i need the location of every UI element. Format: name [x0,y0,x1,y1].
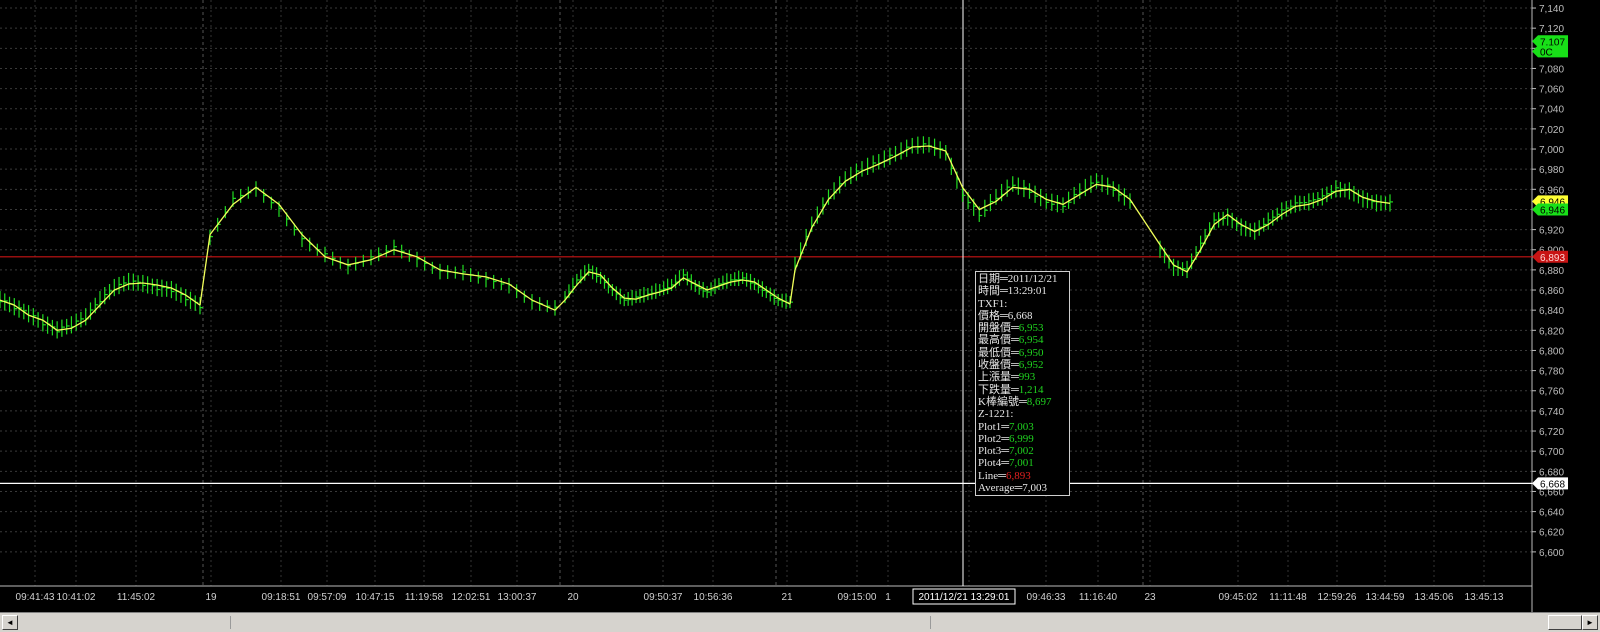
y-tick-label: 7,060 [1539,85,1564,96]
tooltip-line: Line═6,893 [978,469,1031,482]
y-tick-label: 6,740 [1539,407,1564,418]
y-tick-label: 6,920 [1539,226,1564,237]
y-tick-label: 6,700 [1539,447,1564,458]
tooltip-high: 最高價═6,954 [978,334,1044,347]
tooltip-average: Average═7,003 [978,482,1047,495]
price-chart[interactable]: 7,1407,1207,1007,0807,0607,0407,0207,000… [0,0,1600,612]
x-tick-label: 13:45:06 [1415,592,1454,603]
y-tick-label: 6,640 [1539,508,1564,519]
x-tick-label: 11:45:02 [117,592,156,603]
tooltip-up-volume: 上漲量═993 [978,371,1036,384]
tooltip-bar-number: K棒編號═8,697 [978,395,1052,408]
tooltip-study: Z-1221: [978,408,1014,421]
x-tick-label: 13:44:59 [1366,592,1405,603]
x-tick-label: 12:59:26 [1318,592,1357,603]
scrollbar-track-divider [230,616,231,629]
y-tick-label: 7,040 [1539,105,1564,116]
price-badge-label: 0C [1540,47,1553,58]
scrollbar-track-divider [930,616,931,629]
y-tick-label: 6,680 [1539,467,1564,478]
tooltip-plot1: Plot1═7,003 [978,420,1034,433]
y-tick-label: 6,600 [1539,548,1564,559]
x-tick-label: 10:47:15 [356,592,395,603]
y-tick-label: 6,800 [1539,346,1564,357]
tooltip-symbol: TXF1: [978,297,1008,310]
x-tick-label: 13:00:37 [498,592,537,603]
y-tick-label: 7,020 [1539,125,1564,136]
x-tick-label: 11:11:48 [1269,592,1307,603]
scroll-right-icon[interactable]: ► [1582,615,1598,630]
x-tick-label: 19 [205,592,217,603]
x-tick-label: 10:56:36 [694,592,733,603]
tooltip-open: 開盤價═6,953 [978,322,1044,335]
scroll-left-icon[interactable]: ◄ [2,615,18,630]
tooltip-down-volume: 下跌量═1,214 [978,383,1044,396]
x-tick-label: 23 [1144,592,1156,603]
tooltip-plot4: Plot4═7,001 [978,457,1034,470]
x-tick-label: 1 [885,592,891,603]
y-tick-label: 6,840 [1539,306,1564,317]
tooltip-close: 收盤價═6,952 [978,359,1044,372]
x-tick-label: 09:18:51 [262,592,301,603]
horizontal-scrollbar[interactable]: ◄ ► [0,612,1600,632]
tooltip-plot2: Plot2═6,999 [978,432,1034,445]
data-tooltip: 日期═2011/12/21 時間═13:29:01 TXF1: 價格═6,668… [975,271,1070,497]
price-badge-label: 6,946 [1540,205,1565,216]
x-tick-label: 09:41:43 [16,592,55,603]
tooltip-low: 最低價═6,950 [978,346,1044,359]
y-tick-label: 6,760 [1539,387,1564,398]
crosshair-time-label: 2011/12/21 13:29:01 [918,592,1009,603]
price-badge-label: 6,668 [1540,479,1565,490]
y-tick-label: 6,960 [1539,185,1564,196]
x-tick-label: 09:50:37 [644,592,683,603]
y-tick-label: 6,880 [1539,266,1564,277]
chart-background [0,0,1600,612]
y-tick-label: 6,720 [1539,427,1564,438]
x-tick-label: 10:41:02 [57,592,96,603]
x-tick-label: 11:19:58 [405,592,444,603]
tooltip-plot3: Plot3═7,002 [978,445,1034,458]
tooltip-price: 價格═6,668 [978,309,1033,322]
y-tick-label: 6,860 [1539,286,1564,297]
x-tick-label: 09:46:33 [1027,592,1066,603]
x-tick-label: 09:15:00 [838,592,877,603]
y-tick-label: 6,780 [1539,367,1564,378]
x-tick-label: 20 [567,592,579,603]
y-tick-label: 6,980 [1539,165,1564,176]
y-tick-label: 7,120 [1539,24,1564,35]
price-badge-label: 6,893 [1540,253,1565,264]
y-tick-label: 7,140 [1539,4,1564,15]
scrollbar-thumb[interactable] [1548,615,1582,630]
y-tick-label: 7,080 [1539,64,1564,75]
x-tick-label: 09:45:02 [1219,592,1258,603]
x-tick-label: 13:45:13 [1465,592,1504,603]
tooltip-time: 時間═13:29:01 [978,285,1047,298]
x-tick-label: 11:16:40 [1079,592,1118,603]
x-tick-label: 12:02:51 [452,592,491,603]
tooltip-date: 日期═2011/12/21 [978,273,1058,285]
y-tick-label: 6,620 [1539,528,1564,539]
y-tick-label: 7,000 [1539,145,1564,156]
x-tick-label: 21 [781,592,793,603]
y-tick-label: 6,820 [1539,326,1564,337]
x-tick-label: 09:57:09 [308,592,347,603]
